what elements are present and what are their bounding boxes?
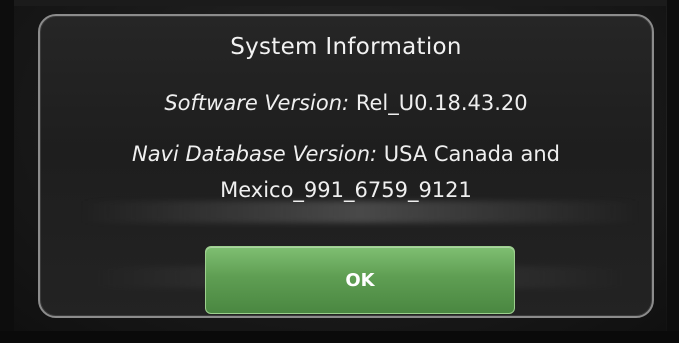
software-version-row: Software Version: Rel_U0.18.43.20 [40,91,652,115]
infotainment-screen: System Information Software Version: Rel… [14,6,666,333]
software-version-value: Rel_U0.18.43.20 [355,91,528,115]
navi-database-version-label: Navi Database Version: [131,142,378,166]
navi-database-version-value-line2: Mexico_991_6759_9121 [220,178,472,202]
system-information-dialog: System Information Software Version: Rel… [38,14,654,318]
ok-button-label: OK [345,269,375,291]
display-bezel-bottom [0,331,679,343]
photo-background: System Information Software Version: Rel… [0,0,679,343]
navi-database-version-value-line1: USA Canada and [383,142,560,166]
display-bezel-right [667,0,679,343]
ok-button[interactable]: OK [205,246,515,314]
screen-glare [80,201,640,223]
dialog-title: System Information [230,34,462,60]
software-version-label: Software Version: [164,91,350,115]
navi-database-version-row: Navi Database Version: USA Canada and [40,142,652,166]
display-bezel-left [0,0,14,343]
